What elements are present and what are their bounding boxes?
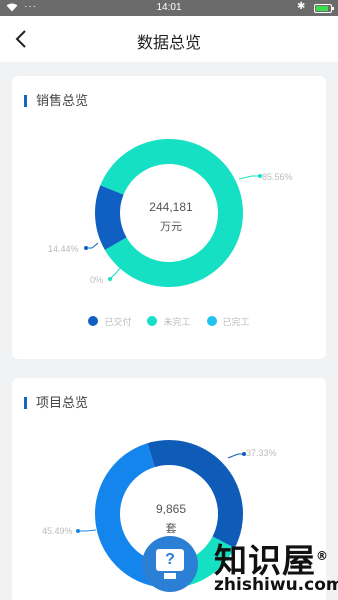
nav-bar: 数据总览 [0, 16, 338, 62]
leader-line [78, 529, 97, 532]
page-title: 数据总览 [136, 35, 201, 52]
status-time: 14:01 [156, 2, 182, 13]
legend-item[interactable]: 已完工 [206, 315, 250, 327]
bluetooth-icon: ✱ [297, 1, 306, 12]
leader-line [109, 265, 123, 280]
legend-label: 已完工 [222, 316, 250, 327]
legend-label: 已交付 [104, 316, 132, 327]
legend-item[interactable]: 已交付 [88, 315, 131, 327]
pct-label-unfinished: 85.56% [262, 172, 293, 182]
pct-label-completed: 0% [90, 275, 104, 285]
status-bar: ··· 14:01 ✱ [0, 0, 338, 16]
leader-dot [108, 277, 112, 281]
help-monitor-icon: ? [142, 536, 198, 592]
leader-dot [76, 529, 80, 533]
battery-icon [314, 4, 334, 13]
pct-label-right: 37.33% [246, 448, 277, 458]
pct-label-delivered: 14.44% [48, 244, 79, 254]
pct-label-left: 45.49% [42, 526, 73, 536]
leader-line [227, 453, 244, 459]
sales-overview-card: 销售总览 244,181 万元 85.56% 14.44% 0% 已交付 未完工… [12, 76, 326, 359]
legend-dot [88, 316, 99, 326]
leader-line [238, 175, 260, 180]
legend-dot [147, 316, 158, 326]
watermark-url: zhishiwu.com [214, 575, 338, 595]
legend-item[interactable]: 未完工 [147, 315, 191, 327]
watermark-logo: ? 知识屋® zhishiwu.com [140, 530, 338, 600]
leader-dot [84, 246, 88, 250]
sales-total-value: 244,181 [149, 200, 193, 214]
chart-legend: 已交付 未完工 已完工 [12, 315, 326, 327]
legend-dot [206, 316, 217, 326]
legend-label: 未完工 [163, 316, 191, 327]
sales-total-unit: 万元 [160, 221, 182, 233]
project-total-value: 9,865 [155, 502, 187, 516]
